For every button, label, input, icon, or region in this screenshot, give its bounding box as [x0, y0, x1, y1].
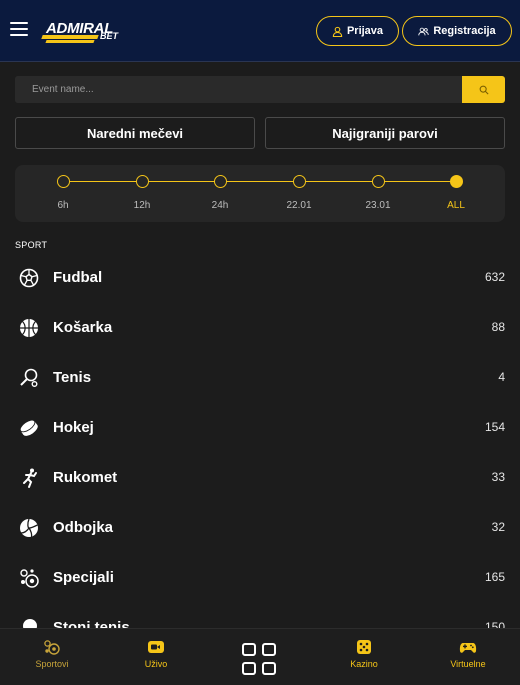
hockey-puck-icon: [19, 419, 38, 436]
login-button[interactable]: Prijava: [316, 16, 399, 46]
sport-count: 632: [484, 270, 505, 284]
top-header: ADMIRAL BET Prijava Registracija: [0, 0, 520, 62]
nav-menu-grid-icon[interactable]: [241, 642, 279, 678]
users-icon: [418, 27, 429, 35]
sport-name: Tenis: [53, 369, 92, 386]
volleyball-icon: [20, 518, 38, 538]
sport-section-title: SPORT: [15, 240, 48, 250]
sport-count: 32: [491, 520, 505, 534]
sport-name: Odbojka: [53, 519, 114, 536]
register-button[interactable]: Registracija: [402, 16, 512, 46]
sport-row-rukomet[interactable]: Rukomet 33: [15, 459, 505, 499]
time-option-all[interactable]: [450, 175, 463, 188]
sports-balls-icon: [44, 640, 60, 655]
most-played-button[interactable]: Najigraniji parovi: [265, 117, 505, 149]
nav-sports-label: Sportovi: [35, 659, 69, 669]
sport-name: Specijali: [53, 569, 114, 586]
gamepad-icon: [459, 643, 477, 653]
logo-sub-text: BET: [100, 31, 118, 41]
time-option-24h[interactable]: [214, 175, 227, 188]
time-option-2201[interactable]: [293, 175, 306, 188]
nav-casino[interactable]: Kazino: [329, 639, 399, 669]
nav-virtual[interactable]: Virtuelne: [433, 639, 503, 669]
specials-icon: [20, 569, 39, 588]
sport-name: Rukomet: [53, 469, 118, 486]
sport-row-kosarka[interactable]: Košarka 88: [15, 309, 505, 349]
sport-count: 88: [491, 320, 505, 334]
nav-live[interactable]: Uživo: [121, 639, 191, 669]
time-label-selected: ALL: [447, 200, 465, 211]
sport-row-hokej[interactable]: Hokej 154: [15, 409, 505, 449]
bottom-navigation: Sportovi Uživo Kazino Virtuelne: [0, 628, 520, 685]
nav-casino-label: Kazino: [350, 659, 378, 669]
nav-virtual-label: Virtuelne: [450, 659, 486, 669]
sport-name: Hokej: [53, 419, 94, 436]
time-option-6h[interactable]: [57, 175, 70, 188]
time-label: 23.01: [365, 200, 391, 211]
time-label: 12h: [133, 200, 151, 211]
sport-count: 165: [484, 570, 505, 584]
soccer-ball-icon: [19, 268, 39, 288]
user-icon: [332, 26, 343, 37]
time-label: 6h: [57, 200, 69, 211]
sport-row-specijali[interactable]: Specijali 165: [15, 559, 505, 599]
time-option-2301[interactable]: [372, 175, 385, 188]
event-search-bar: [15, 76, 505, 103]
sport-row-fudbal[interactable]: Fudbal 632: [15, 259, 505, 299]
sport-row-tenis[interactable]: Tenis 4: [15, 359, 505, 399]
time-option-12h[interactable]: [136, 175, 149, 188]
nav-live-label: Uživo: [144, 659, 168, 669]
search-icon: [479, 85, 489, 95]
register-label: Registracija: [433, 25, 496, 37]
sport-name: Košarka: [53, 319, 113, 336]
handball-icon: [23, 468, 37, 488]
login-label: Prijava: [346, 25, 384, 37]
live-video-icon: [148, 641, 164, 653]
sport-count: 154: [484, 420, 505, 434]
next-matches-button[interactable]: Naredni mečevi: [15, 117, 255, 149]
time-label: 24h: [211, 200, 229, 211]
sport-name: Fudbal: [53, 269, 103, 286]
event-search-input[interactable]: [15, 76, 462, 103]
hamburger-menu-icon[interactable]: [10, 22, 28, 36]
dice-icon: [357, 640, 371, 654]
time-label: 22.01: [286, 200, 312, 211]
sport-count: 4: [498, 370, 505, 384]
sport-row-odbojka[interactable]: Odbojka 32: [15, 509, 505, 549]
nav-sports[interactable]: Sportovi: [17, 639, 87, 669]
admiral-bet-logo[interactable]: ADMIRAL BET: [41, 20, 120, 44]
sport-count: 33: [491, 470, 505, 484]
time-filter-slider: 6h 12h 24h 22.01 23.01 ALL: [15, 165, 505, 222]
tennis-icon: [20, 368, 38, 387]
basketball-icon: [20, 319, 38, 337]
time-filter-track: [63, 181, 456, 182]
search-button[interactable]: [462, 76, 505, 103]
